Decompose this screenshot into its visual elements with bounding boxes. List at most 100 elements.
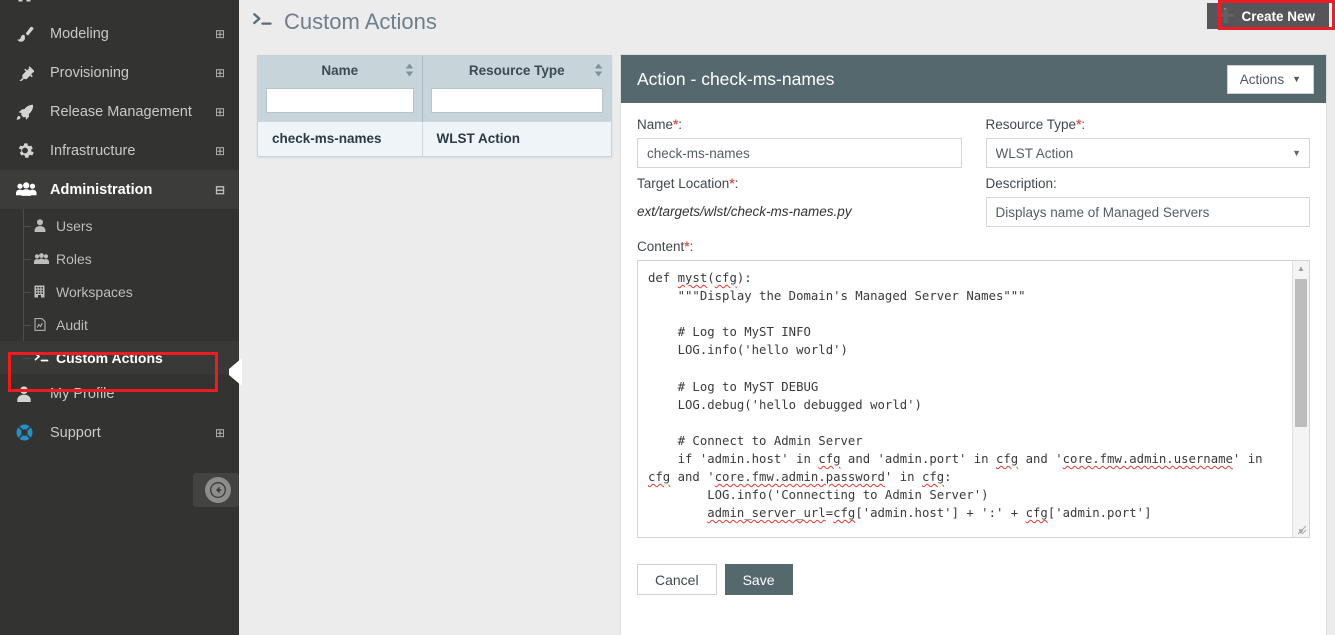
- sidebar-item-audit-label: Audit: [56, 316, 88, 333]
- label-colon: :: [1081, 117, 1086, 132]
- roles-icon: [34, 252, 56, 265]
- sidebar-subnav-administration: Users Roles Workspaces Audit Custom Acti…: [0, 209, 239, 374]
- sidebar-item-workspaces-label: Workspaces: [56, 283, 133, 300]
- cancel-button[interactable]: Cancel: [637, 564, 717, 595]
- form-row-1: Name*: Resource Type*: ▼: [637, 117, 1310, 168]
- sidebar-item-infrastructure[interactable]: Infrastructure ⊞: [0, 131, 239, 170]
- create-new-button[interactable]: ➕ Create New: [1206, 3, 1329, 29]
- detail-panel-title: Action - check-ms-names: [637, 68, 835, 89]
- sidebar-navigation: Home Modeling ⊞ Provisioning ⊞ Release M…: [0, 0, 239, 635]
- custom-actions-grid: Name Resource Type check-ms-names WLST A…: [257, 55, 612, 157]
- content-textarea[interactable]: def myst(cfg): """Display the Domain's M…: [638, 261, 1295, 537]
- sidebar-item-home[interactable]: Home: [0, 0, 239, 14]
- sidebar-item-custom-actions-label: Custom Actions: [56, 349, 163, 366]
- filter-input-resource-type[interactable]: [430, 88, 603, 113]
- tree-tick: [23, 258, 31, 260]
- expand-icon[interactable]: ⊞: [213, 105, 227, 119]
- cell-resource-type[interactable]: WLST Action: [422, 121, 611, 156]
- sidebar-item-modeling[interactable]: Modeling ⊞: [0, 14, 239, 53]
- name-label-text: Name: [637, 117, 674, 132]
- sidebar-item-users[interactable]: Users: [0, 209, 239, 242]
- expand-icon[interactable]: ⊞: [213, 66, 227, 80]
- sidebar-item-audit[interactable]: Audit: [0, 308, 239, 341]
- filter-cell-resource-type: [422, 84, 611, 122]
- sidebar-item-support[interactable]: Support ⊞: [0, 413, 239, 452]
- sidebar-item-modeling-label: Modeling: [50, 25, 109, 42]
- create-new-label: Create New: [1241, 8, 1315, 24]
- content-scrollbar[interactable]: ▲ ▼: [1292, 261, 1309, 537]
- name-field-label: Name*:: [637, 117, 962, 132]
- target-location-value: ext/targets/wlst/check-ms-names.py: [637, 204, 852, 219]
- description-field-label: Description:: [986, 176, 1311, 191]
- label-colon: :: [678, 117, 683, 132]
- sidebar-item-provisioning-label: Provisioning: [50, 64, 129, 81]
- sidebar-edge-toggle[interactable]: [229, 358, 243, 386]
- terminal-prompt-icon: [252, 11, 274, 34]
- column-header-name-label: Name: [321, 62, 359, 78]
- resource-type-select[interactable]: [985, 138, 1310, 168]
- sidebar-item-roles[interactable]: Roles: [0, 242, 239, 275]
- description-label-text: Description: [985, 176, 1054, 191]
- sidebar-item-infrastructure-label: Infrastructure: [50, 142, 136, 159]
- expand-icon[interactable]: ⊞: [213, 426, 227, 440]
- label-colon: :: [734, 176, 739, 191]
- sidebar-item-release-management-label: Release Management: [50, 103, 192, 120]
- table-filter-row: [258, 84, 611, 122]
- field-group-resource-type: Resource Type*: ▼: [985, 117, 1311, 168]
- expand-icon[interactable]: ⊞: [213, 27, 227, 41]
- sidebar-item-provisioning[interactable]: Provisioning ⊞: [0, 53, 239, 92]
- sidebar-item-users-label: Users: [56, 217, 93, 234]
- resize-grip-icon[interactable]: [1295, 523, 1308, 536]
- cell-name[interactable]: check-ms-names: [258, 121, 423, 156]
- arrow-left-circle-icon: [210, 482, 226, 498]
- scroll-up-icon[interactable]: ▲: [1293, 261, 1309, 276]
- resource-type-field-label: Resource Type*:: [986, 117, 1311, 132]
- tree-tick: [23, 225, 31, 227]
- sidebar-item-roles-label: Roles: [56, 250, 92, 267]
- table-head: Name Resource Type: [258, 56, 611, 122]
- page-title: Custom Actions: [252, 0, 437, 44]
- gear-icon: [16, 142, 42, 159]
- page-title-text: Custom Actions: [284, 9, 437, 34]
- sidebar-item-custom-actions[interactable]: Custom Actions: [0, 341, 239, 374]
- form-button-row: Cancel Save: [637, 564, 1310, 595]
- scrollbar-thumb[interactable]: [1295, 279, 1307, 427]
- label-colon: :: [689, 239, 694, 254]
- field-group-target-location: Target Location*: ext/targets/wlst/check…: [637, 176, 962, 227]
- collapse-icon[interactable]: ⊟: [213, 183, 227, 197]
- actions-dropdown-label: Actions: [1239, 71, 1285, 87]
- actions-dropdown-button[interactable]: Actions ▼: [1226, 64, 1314, 94]
- sort-icon[interactable]: [405, 63, 414, 77]
- content-label-text: Content: [637, 239, 685, 254]
- column-header-resource-type[interactable]: Resource Type: [422, 56, 611, 84]
- sidebar-item-my-profile[interactable]: My Profile: [0, 374, 239, 413]
- plug-icon: [16, 65, 42, 81]
- form-row-2: Target Location*: ext/targets/wlst/check…: [637, 176, 1310, 227]
- save-button[interactable]: Save: [724, 564, 793, 595]
- expand-icon[interactable]: ⊞: [213, 144, 227, 158]
- filter-cell-name: [258, 84, 423, 122]
- description-input[interactable]: [985, 197, 1310, 227]
- application-root: Home Modeling ⊞ Provisioning ⊞ Release M…: [0, 0, 1335, 635]
- lifebuoy-icon: [16, 424, 42, 441]
- plus-icon: ➕: [1216, 8, 1236, 25]
- sidebar-item-workspaces[interactable]: Workspaces: [0, 275, 239, 308]
- column-header-name[interactable]: Name: [258, 56, 423, 84]
- person-icon: [16, 385, 42, 402]
- table-row[interactable]: check-ms-names WLST Action: [258, 121, 611, 156]
- sidebar-item-release-management[interactable]: Release Management ⊞: [0, 92, 239, 131]
- sort-icon[interactable]: [594, 63, 603, 77]
- users-group-icon: [16, 182, 42, 197]
- field-group-description: Description:: [985, 176, 1311, 227]
- sidebar-item-administration[interactable]: Administration ⊟: [0, 170, 239, 209]
- target-location-label-text: Target Location: [637, 176, 730, 191]
- table-header-row: Name Resource Type: [258, 56, 611, 84]
- sidebar-collapse-button[interactable]: [205, 477, 231, 503]
- custom-actions-table: Name Resource Type check-ms-names WLST A…: [258, 56, 611, 156]
- name-input[interactable]: [637, 138, 962, 168]
- sidebar-item-my-profile-label: My Profile: [50, 385, 115, 402]
- filter-input-name[interactable]: [266, 88, 414, 113]
- sidebar-item-support-label: Support: [50, 424, 101, 441]
- audit-icon: [34, 318, 56, 331]
- tree-tick: [23, 324, 31, 326]
